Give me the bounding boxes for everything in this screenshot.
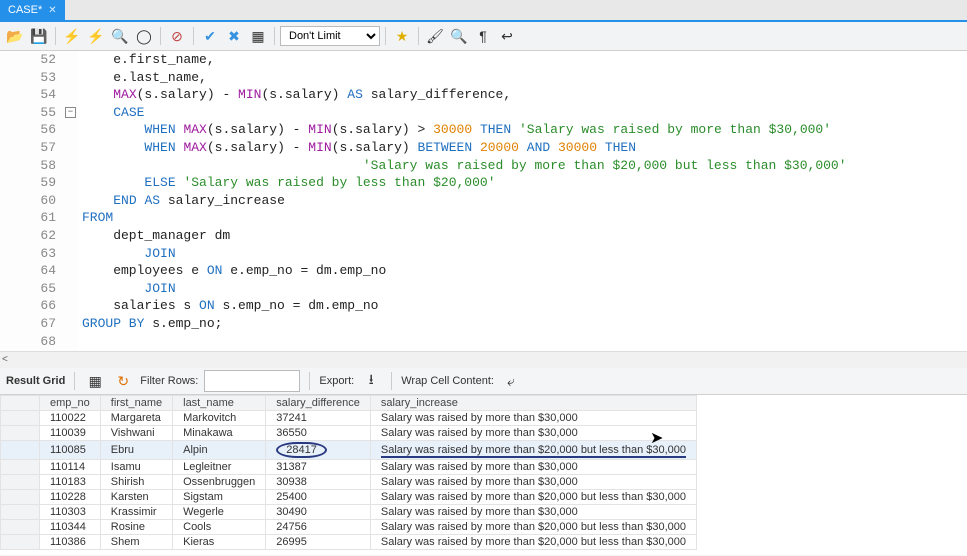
table-row[interactable]: 110386ShemKieras26995Salary was raised b… [1, 535, 697, 550]
separator [385, 27, 386, 45]
grid-view-icon[interactable]: ▦ [84, 370, 106, 392]
close-icon[interactable]: ✕ [48, 5, 56, 16]
explain-icon[interactable]: 🔍 [109, 25, 131, 47]
table-row[interactable]: 110183ShirishOssenbruggen30938Salary was… [1, 475, 697, 490]
table-row[interactable]: 110114IsamuLegleitner31387Salary was rai… [1, 460, 697, 475]
refresh-icon[interactable]: ↻ [112, 370, 134, 392]
filter-rows-input[interactable] [204, 370, 300, 392]
separator [309, 372, 310, 390]
scroll-left-icon[interactable]: < [2, 354, 8, 365]
filter-rows-label: Filter Rows: [140, 375, 198, 387]
limit-rows-select[interactable]: Don't Limit [280, 26, 380, 46]
commit-icon[interactable]: ✔ [199, 25, 221, 47]
table-row[interactable]: 110085EbruAlpin28417Salary was raised by… [1, 441, 697, 460]
export-icon[interactable]: ⭳ [360, 370, 382, 392]
save-icon[interactable]: 💾 [28, 25, 50, 47]
separator [274, 27, 275, 45]
table-row[interactable]: 110039VishwaniMinakawa36550Salary was ra… [1, 426, 697, 441]
column-header[interactable]: salary_increase [370, 396, 696, 411]
editor-tab-bar: CASE* ✕ [0, 0, 967, 22]
sql-toolbar: 📂 💾 ⚡ ⚡ 🔍 ◯ ⊘ ✔ ✖ ▦ Don't Limit ★ 🖌 🔍 ¶ … [0, 22, 967, 51]
result-grid-label: Result Grid [6, 375, 65, 387]
separator [55, 27, 56, 45]
table-row[interactable]: 110344RosineCools24756Salary was raised … [1, 520, 697, 535]
open-file-icon[interactable]: 📂 [4, 25, 26, 47]
separator [418, 27, 419, 45]
code-content[interactable]: e.first_name, e.last_name, MAX(s.salary)… [78, 51, 851, 351]
table-row[interactable]: 110022MargaretaMarkovitch37241Salary was… [1, 411, 697, 426]
wrap-icon[interactable]: ↩ [496, 25, 518, 47]
line-number-gutter: 5253545556575859606162636465666768 [0, 51, 64, 351]
sql-editor[interactable]: 5253545556575859606162636465666768 − e.f… [0, 51, 967, 351]
separator [74, 372, 75, 390]
autocommit-icon[interactable]: ▦ [247, 25, 269, 47]
horizontal-scrollbar[interactable]: < [0, 351, 967, 368]
result-grid[interactable]: emp_nofirst_namelast_namesalary_differen… [0, 395, 967, 555]
stop-icon[interactable]: ◯ [133, 25, 155, 47]
export-label: Export: [319, 375, 354, 387]
result-toolbar: Result Grid ▦ ↻ Filter Rows: Export: ⭳ W… [0, 368, 967, 395]
stop-on-error-icon[interactable]: ⊘ [166, 25, 188, 47]
separator [391, 372, 392, 390]
separator [160, 27, 161, 45]
tab-case[interactable]: CASE* ✕ [0, 0, 65, 20]
search-icon[interactable]: 🔍 [448, 25, 470, 47]
wrap-cell-label: Wrap Cell Content: [401, 375, 494, 387]
fold-toggle-icon[interactable]: − [65, 107, 76, 118]
brush-icon[interactable]: 🖌 [424, 25, 446, 47]
invisible-chars-icon[interactable]: ¶ [472, 25, 494, 47]
beautify-icon[interactable]: ★ [391, 25, 413, 47]
execute-icon[interactable]: ⚡ [61, 25, 83, 47]
column-header[interactable]: salary_difference [266, 396, 371, 411]
table-row[interactable]: 110228KarstenSigstam25400Salary was rais… [1, 490, 697, 505]
column-header[interactable]: emp_no [40, 396, 101, 411]
column-header[interactable]: first_name [100, 396, 172, 411]
rollback-icon[interactable]: ✖ [223, 25, 245, 47]
execute-step-icon[interactable]: ⚡ [85, 25, 107, 47]
table-row[interactable]: 110303KrassimirWegerle30490Salary was ra… [1, 505, 697, 520]
separator [193, 27, 194, 45]
tab-label: CASE* [8, 4, 42, 16]
wrap-cell-icon[interactable]: ⤶ [500, 370, 522, 392]
fold-gutter: − [64, 51, 78, 351]
column-header[interactable]: last_name [173, 396, 266, 411]
